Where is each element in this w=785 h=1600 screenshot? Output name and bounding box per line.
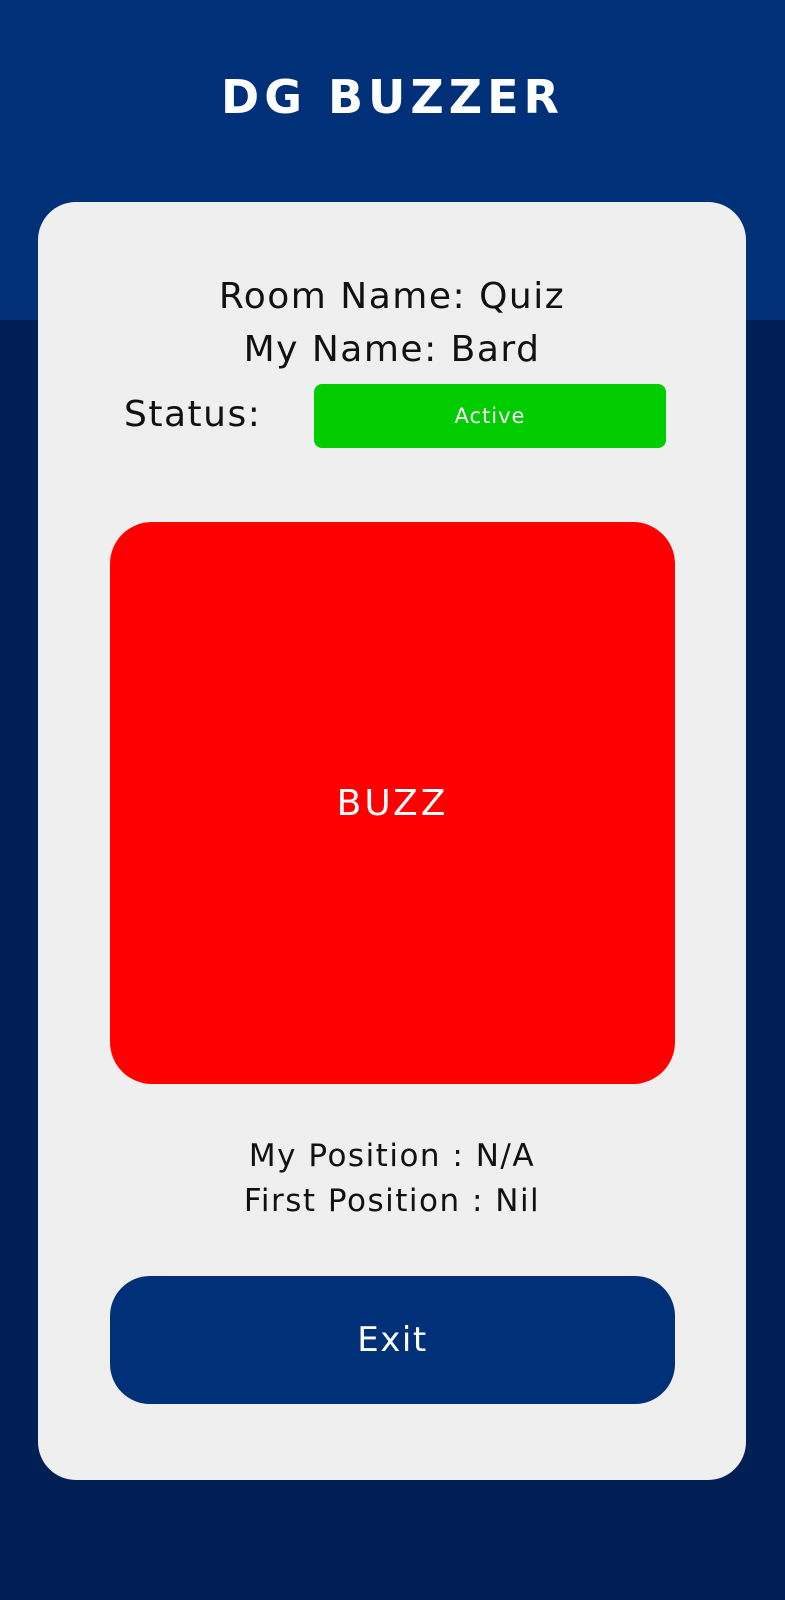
status-badge: Active [314,384,666,448]
status-label: Status: [124,394,262,435]
my-name-text: My Name: Bard [243,329,541,370]
room-name-text: Room Name: Quiz [218,276,566,317]
exit-button[interactable]: Exit [110,1276,675,1404]
app-title: DG BUZZER [221,70,564,124]
my-position-text: My Position : N/A [248,1138,536,1174]
first-position-text: First Position : Nil [243,1183,541,1219]
buzz-button[interactable]: BUZZ [110,522,675,1084]
buzzer-card: Room Name: Quiz My Name: Bard Status: Ac… [38,202,746,1480]
